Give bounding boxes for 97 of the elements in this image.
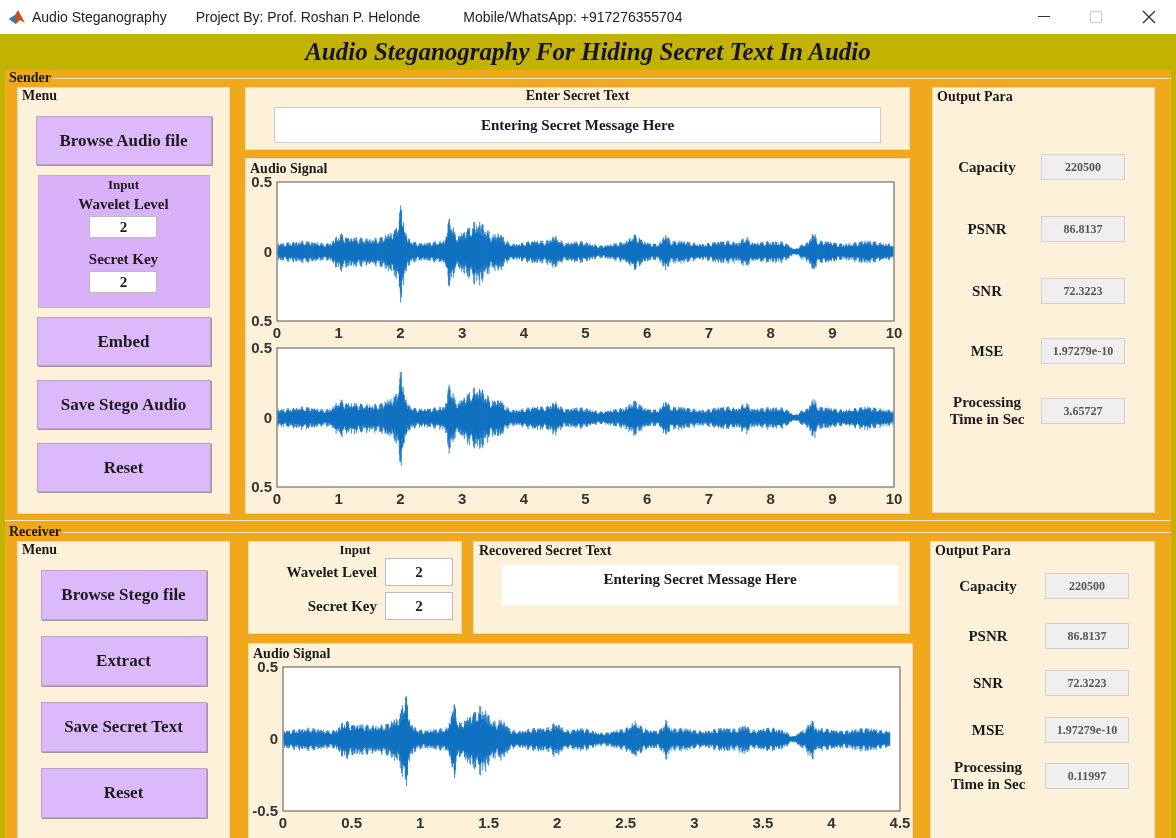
axis-tick-label: 6 — [643, 324, 652, 341]
axis-tick-label: 7 — [704, 324, 714, 341]
axis-tick-label: 0.5 — [251, 342, 272, 356]
axis-tick-label: 0 — [269, 730, 278, 747]
axis-tick-label: 0 — [272, 490, 282, 507]
axis-tick-label: 3 — [457, 324, 467, 341]
contact-info: Mobile/WhatsApp: +917276355704 — [463, 7, 683, 27]
input-field[interactable]: 2 — [385, 558, 453, 586]
output-field: 72.3223 — [1045, 670, 1129, 696]
panel-title: Enter Secret Text — [525, 88, 630, 104]
secret-text-field[interactable]: Entering Secret Message Here — [274, 107, 881, 143]
input-field[interactable]: 2 — [385, 592, 453, 620]
axis-tick-label: 9 — [828, 324, 837, 341]
axis-tick-label: 5 — [581, 490, 590, 507]
param-label: Processing Time in Sec — [949, 759, 1027, 793]
field-label: Secret Key — [88, 250, 159, 268]
axis-tick-label: 4 — [827, 814, 836, 831]
axis-tick-label: -0.5 — [252, 802, 278, 819]
menu-button[interactable]: Save Stego Audio — [36, 380, 211, 429]
axis-tick-label: 10 — [885, 490, 903, 507]
panel-title: Output Para — [937, 88, 1014, 106]
panel-title: Recovered Secret Text — [479, 542, 613, 560]
menu-button[interactable]: Browse Stego file — [40, 570, 207, 620]
axis-tick-label: 3 — [690, 814, 699, 831]
param-label: Capacity — [957, 158, 1017, 176]
axis-tick-label: 6 — [643, 490, 652, 507]
output-field: 72.3223 — [1041, 278, 1125, 304]
axis-tick-label: 8 — [766, 324, 775, 341]
panel-title: Audio Signal — [250, 160, 329, 177]
axis-tick-label: 1.5 — [478, 814, 500, 831]
input-field[interactable]: 2 — [89, 271, 158, 293]
axis-tick-label: 8 — [766, 490, 775, 507]
section-label: Sender — [9, 71, 51, 85]
axis-tick-label: 2.5 — [615, 814, 637, 831]
param-label: MSE — [970, 721, 1006, 739]
app-heading: Audio Steganography For Hiding Secret Text In Audio — [305, 37, 871, 68]
axis-tick-label: 1 — [415, 814, 425, 831]
menu-button[interactable]: Save Secret Text — [40, 702, 207, 752]
panel-title: Input — [107, 177, 140, 193]
axis-tick-label: 0 — [263, 242, 272, 260]
axis-tick-label: 0.5 — [341, 814, 362, 831]
axis-tick-label: 0.5 — [251, 176, 272, 190]
param-label: Processing Time in Sec — [948, 394, 1026, 428]
panel-title: Output Para — [935, 542, 1012, 560]
output-field: 1.97279e-10 — [1045, 717, 1129, 743]
menu-button[interactable]: Reset — [36, 443, 211, 492]
close-icon[interactable] — [1142, 10, 1156, 24]
axis-tick-label: 4.5 — [889, 814, 911, 831]
output-field: 3.65727 — [1041, 398, 1125, 424]
app-icon — [8, 9, 26, 25]
output-field: 220500 — [1041, 154, 1125, 180]
axis-tick-label: 9 — [828, 490, 837, 507]
input-field[interactable]: 2 — [89, 216, 158, 238]
axis-tick-label: 0 — [278, 814, 288, 831]
param-label: PSNR — [967, 627, 1009, 645]
output-field: 0.11997 — [1045, 763, 1129, 789]
output-field: 220500 — [1045, 573, 1129, 599]
axis-tick-label: 2 — [553, 814, 562, 831]
window-title: Audio Steganography — [32, 7, 167, 27]
axis-tick-label: 3.5 — [752, 814, 774, 831]
axis-tick-label: 4 — [519, 324, 528, 341]
panel-title: Menu — [22, 542, 57, 558]
output-field: 86.8137 — [1045, 623, 1129, 649]
browse-audio-button[interactable]: Browse Audio file — [35, 116, 212, 165]
axis-tick-label: 0.5 — [251, 312, 272, 329]
axis-tick-label: 0.5 — [257, 661, 278, 675]
project-credit: Project By: Prof. Roshan P. Helonde — [195, 7, 421, 27]
param-label: PSNR — [966, 220, 1008, 238]
output-field: 1.97279e-10 — [1041, 338, 1125, 364]
section-label: Receiver — [9, 525, 62, 539]
param-label: MSE — [969, 342, 1005, 360]
axis-tick-label: 10 — [885, 324, 903, 341]
axis-tick-label: 5 — [581, 324, 590, 341]
param-label: SNR — [972, 674, 1004, 692]
panel-title: Menu — [22, 88, 57, 104]
menu-button[interactable]: Embed — [36, 317, 211, 366]
axis-tick-label: 2 — [396, 490, 405, 507]
menu-button[interactable]: Reset — [40, 768, 207, 818]
panel-title: Audio Signal — [253, 645, 332, 662]
axis-tick-label: 0 — [272, 324, 282, 341]
axis-tick-label: 1 — [334, 324, 343, 341]
axis-tick-label: 0.5 — [251, 478, 272, 495]
menu-button[interactable]: Extract — [40, 636, 207, 686]
output-field: 86.8137 — [1041, 216, 1125, 242]
axis-tick-label: 2 — [396, 324, 405, 341]
panel-title: Input — [339, 542, 371, 558]
axis-tick-label: 1 — [334, 490, 343, 507]
field-label: Secret Key — [306, 596, 378, 616]
field-label: Wavelet Level — [285, 562, 378, 582]
param-label: SNR — [971, 282, 1003, 300]
axis-tick-label: 3 — [457, 490, 467, 507]
axis-tick-label: 4 — [519, 490, 528, 507]
field-label: Wavelet Level — [78, 195, 169, 213]
minimize-icon[interactable] — [1038, 16, 1050, 18]
axis-tick-label: 0 — [263, 408, 272, 426]
param-label: Capacity — [958, 577, 1018, 595]
axis-tick-label: 7 — [704, 490, 714, 507]
